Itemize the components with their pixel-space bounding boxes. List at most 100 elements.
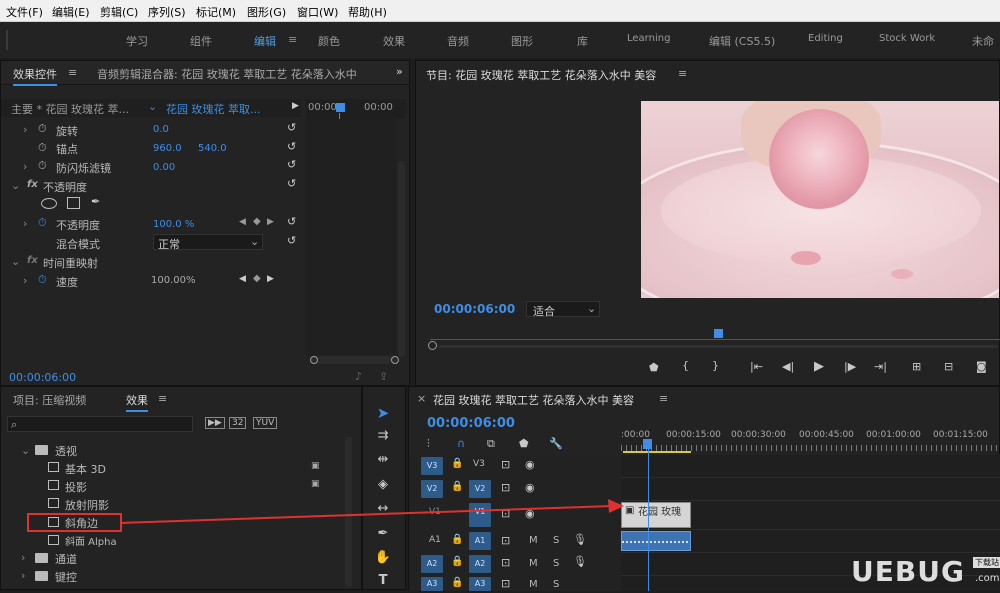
menu-clip[interactable]: 剪辑(C) xyxy=(100,4,138,20)
program-playhead[interactable] xyxy=(714,329,723,338)
menu-edit[interactable]: 编辑(E) xyxy=(52,4,90,20)
solo-button[interactable]: S xyxy=(553,535,559,546)
go-to-out-icon[interactable]: ⇥| xyxy=(874,360,887,373)
selection-tool-icon[interactable]: ➤ xyxy=(372,404,394,424)
reset-icon[interactable]: ↺ xyxy=(287,140,296,153)
sync-lock-icon[interactable]: ⊡ xyxy=(501,458,510,471)
tree-item-drop-shadow[interactable]: 投影 xyxy=(65,479,87,495)
rectangle-mask-icon[interactable] xyxy=(67,197,80,209)
microphone-icon[interactable]: 🎙 xyxy=(573,533,587,546)
add-keyframe-icon[interactable]: ◆ xyxy=(253,216,261,227)
add-marker-icon[interactable]: ⬟ xyxy=(649,361,659,374)
track-source-a1[interactable]: A1 xyxy=(429,535,441,545)
fx-icon[interactable]: fx xyxy=(27,179,38,190)
eye-icon[interactable]: ◉ xyxy=(525,507,535,520)
tree-item-keying[interactable]: 键控 xyxy=(55,569,77,585)
track-source-a3[interactable]: A3 xyxy=(421,577,443,591)
track-target-a1[interactable]: A1 xyxy=(469,532,491,550)
mute-button[interactable]: M xyxy=(529,535,538,546)
prev-keyframe-icon[interactable]: ◀ xyxy=(239,274,246,284)
mute-button[interactable]: M xyxy=(529,558,538,569)
zoom-handle-left[interactable] xyxy=(428,341,437,350)
next-keyframe-icon[interactable]: ▶ xyxy=(267,217,274,227)
workspace-assembly[interactable]: 组件 xyxy=(190,33,212,49)
program-title[interactable]: 节目: 花园 玫瑰花 萃取工艺 花朵落入水中 美容 xyxy=(426,67,656,83)
wrench-icon[interactable]: 🔧 xyxy=(549,437,563,450)
sequence-tab[interactable]: 花园 玫瑰花 萃取工艺 花朵落入水中 美容 xyxy=(433,392,634,408)
solo-button[interactable]: S xyxy=(553,558,559,569)
menu-marker[interactable]: 标记(M) xyxy=(196,4,236,20)
track-target-a2[interactable]: A2 xyxy=(469,555,491,573)
sync-lock-icon[interactable]: ⊡ xyxy=(501,534,510,547)
stopwatch-icon[interactable]: ⏱ xyxy=(38,122,47,136)
tab-project[interactable]: 项目: 压缩视频 xyxy=(13,392,86,408)
slip-tool-icon[interactable]: ↔ xyxy=(372,501,394,521)
track-source-a2[interactable]: A2 xyxy=(421,555,443,573)
workspace-learning[interactable]: Learning xyxy=(627,33,670,44)
stopwatch-icon[interactable]: ⏱ xyxy=(38,159,47,173)
reset-icon[interactable]: ↺ xyxy=(287,121,296,134)
video-clip[interactable]: ▣ 花园 玫瑰 xyxy=(621,502,691,528)
overflow-icon[interactable]: » xyxy=(396,65,403,78)
add-keyframe-icon[interactable]: ◆ xyxy=(253,273,261,284)
antiflicker-value[interactable]: 0.00 xyxy=(153,162,175,173)
collapse-arrow-icon[interactable]: ⌄ xyxy=(11,179,20,192)
solo-button[interactable]: S xyxy=(553,579,559,590)
video-frame[interactable] xyxy=(641,101,999,298)
tab-effect-controls[interactable]: 效果控件 xyxy=(13,66,57,86)
blend-mode-select[interactable]: 正常 ⌄ xyxy=(153,234,263,251)
anchor-x-value[interactable]: 960.0 xyxy=(153,143,182,154)
reset-icon[interactable]: ↺ xyxy=(287,234,296,247)
mark-out-icon[interactable]: } xyxy=(712,359,719,372)
add-marker-icon[interactable]: ⬟ xyxy=(519,437,529,450)
expand-arrow-icon[interactable]: › xyxy=(21,569,25,582)
reset-icon[interactable]: ↺ xyxy=(287,158,296,171)
stopwatch-active-icon[interactable]: ⏱ xyxy=(38,216,47,230)
linked-selection-icon[interactable]: ⧉ xyxy=(487,437,495,451)
track-source-v3[interactable]: V3 xyxy=(421,457,443,475)
lock-icon[interactable]: 🔒 xyxy=(451,534,463,545)
ec-hscrollbar[interactable] xyxy=(311,356,399,364)
fit-select[interactable]: 适合 ⌄ xyxy=(526,301,600,318)
next-keyframe-icon[interactable]: ▶ xyxy=(267,274,274,284)
timeline-playhead-handle[interactable] xyxy=(643,439,652,449)
sync-lock-icon[interactable]: ⊡ xyxy=(501,556,510,569)
menu-sequence[interactable]: 序列(S) xyxy=(148,4,186,20)
go-to-in-icon[interactable]: |⇤ xyxy=(750,360,763,373)
razor-tool-icon[interactable]: ◈ xyxy=(372,477,394,497)
lift-icon[interactable]: ⊞ xyxy=(912,360,921,373)
menu-graphics[interactable]: 图形(G) xyxy=(247,4,286,20)
collapse-arrow-icon[interactable]: ⌄ xyxy=(11,255,20,268)
reset-icon[interactable]: ↺ xyxy=(287,215,296,228)
tree-item-bevel-edges[interactable]: 斜角边 xyxy=(65,515,98,531)
play-icon[interactable]: ▶ xyxy=(292,101,299,111)
workspace-graphics[interactable]: 图形 xyxy=(511,33,533,49)
panel-menu-icon[interactable]: ≡ xyxy=(68,66,77,79)
32bit-effects-icon[interactable]: 32 xyxy=(229,417,247,429)
rotation-value[interactable]: 0.0 xyxy=(153,124,169,135)
eye-icon[interactable]: ◉ xyxy=(525,481,535,494)
lock-icon[interactable]: 🔒 xyxy=(451,481,463,492)
ripple-edit-tool-icon[interactable]: ⇹ xyxy=(372,452,394,472)
tree-item-channel[interactable]: 通道 xyxy=(55,551,77,567)
mark-in-icon[interactable]: { xyxy=(682,359,689,372)
opacity-value[interactable]: 100.0 % xyxy=(153,219,194,230)
workspace-editing-cs55[interactable]: 编辑 (CS5.5) xyxy=(709,33,775,49)
type-tool-icon[interactable]: T xyxy=(372,573,394,593)
scroll-handle-right[interactable] xyxy=(391,356,399,364)
export-frame-icon[interactable]: ◙ xyxy=(976,360,987,373)
workspace-color[interactable]: 颜色 xyxy=(318,33,340,49)
speed-value[interactable]: 100.00% xyxy=(151,275,196,286)
export-icon[interactable]: ⇪ xyxy=(379,370,388,383)
clip-selector[interactable]: 花园 玫瑰花 萃取... xyxy=(166,101,260,117)
track-source-v1[interactable]: V1 xyxy=(429,507,441,517)
stopwatch-active-icon[interactable]: ⏱ xyxy=(38,273,47,287)
program-timecode[interactable]: 00:00:06:00 xyxy=(434,302,515,316)
effects-vscrollbar[interactable] xyxy=(345,437,352,587)
search-input[interactable]: ⌕ xyxy=(7,416,193,432)
ellipse-mask-icon[interactable] xyxy=(41,198,57,209)
hand-tool-icon[interactable]: ✋ xyxy=(372,550,394,570)
collapse-arrow-icon[interactable]: ⌄ xyxy=(21,444,30,457)
timeline-timecode[interactable]: 00:00:06:00 xyxy=(427,416,515,431)
microphone-icon[interactable]: 🎙 xyxy=(573,555,587,568)
